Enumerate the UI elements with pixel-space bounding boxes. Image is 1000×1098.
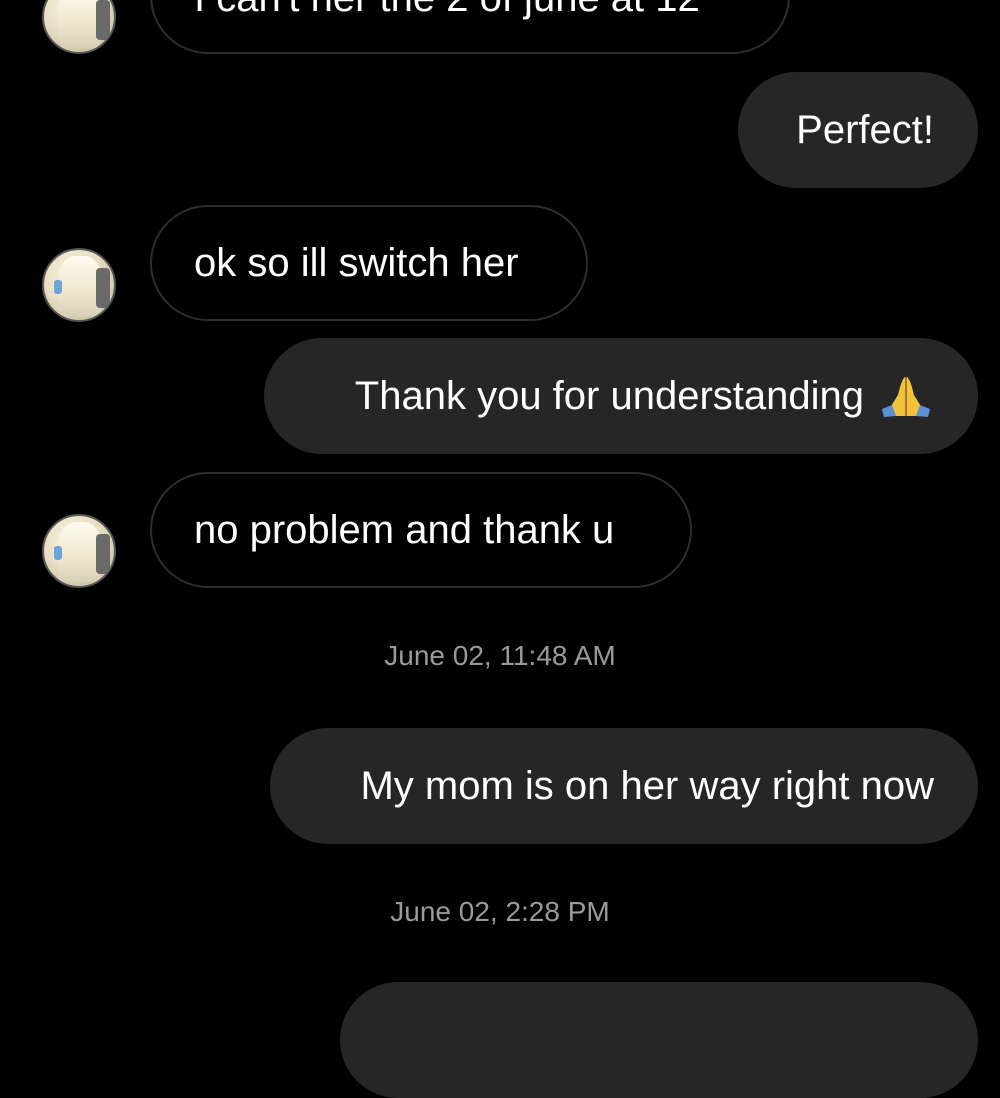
incoming-message-bubble[interactable]: ok so ill switch her: [150, 205, 588, 321]
avatar-shadow: [96, 534, 110, 574]
message-timestamp: June 02, 11:48 AM: [384, 640, 616, 671]
outgoing-message-bubble[interactable]: My mom is on her way right now: [270, 728, 978, 844]
avatar-detail: [54, 546, 62, 560]
contact-avatar[interactable]: [42, 0, 116, 54]
message-timestamp: June 02, 2:28 PM: [390, 896, 610, 927]
message-text: I can't her the 2 of june at 12: [194, 0, 700, 18]
message-text: ok so ill switch her: [194, 241, 519, 285]
contact-avatar[interactable]: [42, 514, 116, 588]
incoming-message-bubble[interactable]: no problem and thank u: [150, 472, 692, 588]
message-text: Perfect!: [796, 108, 934, 152]
message-text: no problem and thank u: [194, 508, 615, 552]
message-text: My mom is on her way right now: [360, 764, 934, 808]
outgoing-message-bubble[interactable]: Thank you for understanding: [264, 338, 978, 454]
avatar-shadow: [96, 0, 110, 40]
incoming-message-bubble[interactable]: I can't her the 2 of june at 12: [150, 0, 790, 54]
folded-hands-icon: [882, 377, 930, 417]
contact-avatar[interactable]: [42, 248, 116, 322]
message-text: Thank you for understanding: [354, 374, 864, 418]
outgoing-message-bubble[interactable]: Perfect!: [738, 72, 978, 188]
avatar-shadow: [96, 268, 110, 308]
outgoing-message-bubble-partial[interactable]: [340, 982, 978, 1098]
avatar-detail: [54, 280, 62, 294]
